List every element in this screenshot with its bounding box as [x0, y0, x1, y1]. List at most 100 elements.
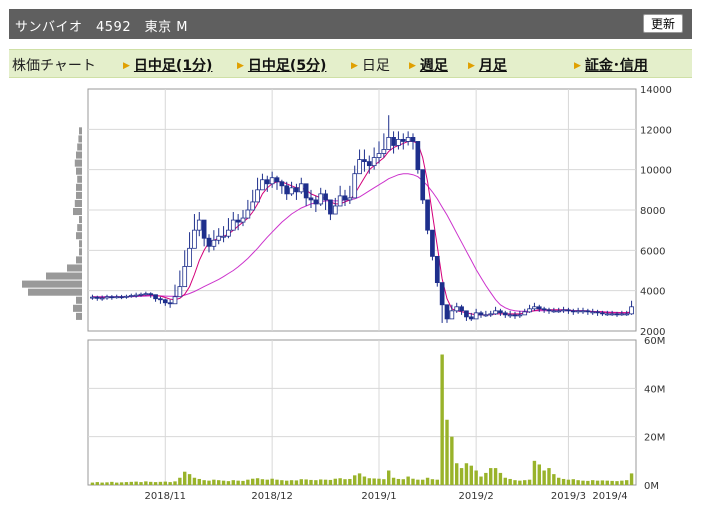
volume-bar	[406, 476, 410, 485]
x-tick-label: 2018/11	[145, 491, 187, 502]
volume-bar	[289, 480, 294, 485]
candle-body	[619, 313, 625, 316]
volume-bar	[357, 473, 362, 485]
volume-bar	[197, 478, 201, 485]
volume-bar	[338, 478, 342, 485]
volume-bar	[304, 479, 308, 485]
volume-bar	[629, 473, 634, 485]
candle-body	[303, 183, 309, 199]
candle-body	[143, 293, 149, 296]
volume-bar	[581, 480, 585, 485]
volume-bar	[421, 479, 425, 485]
volume-bar	[192, 477, 197, 485]
candle-body	[541, 308, 547, 311]
candle-body	[104, 296, 110, 299]
price-volume-profile-bar	[22, 280, 82, 288]
candle-body	[629, 306, 634, 315]
candle-body	[260, 179, 265, 191]
volume-bar	[489, 468, 493, 485]
candle-body	[507, 314, 513, 317]
candle-body	[114, 296, 120, 299]
tab-label: 週足	[419, 58, 448, 74]
volume-bar	[474, 470, 478, 485]
volume-bar	[557, 477, 561, 485]
candle-body	[551, 310, 557, 313]
volume-bar	[610, 480, 614, 485]
price-tick-label: 6000	[640, 246, 665, 257]
candle-body	[318, 193, 324, 205]
x-axis: 2018/11 2018/12 2019/1 2019/2 2019/3 2019/4	[145, 491, 628, 502]
volume-bar	[178, 477, 182, 485]
tab-weekly[interactable]: ▶ 週足	[409, 55, 448, 75]
x-tick-label: 2019/2	[459, 491, 494, 502]
arrow-right-icon: ▶	[574, 61, 581, 71]
price-tick-label: 14000	[640, 85, 672, 96]
candle-body	[371, 157, 377, 167]
volume-bar	[571, 479, 575, 485]
volume-bar	[396, 478, 401, 485]
volume-bar	[620, 480, 624, 485]
volume-bar	[416, 479, 420, 485]
candle-body	[415, 141, 421, 171]
tab-intraday-1min[interactable]: ▶ 日中足(1分)	[123, 55, 212, 75]
candle-body	[294, 187, 299, 193]
volume-bar	[95, 482, 99, 485]
chart-section-label: 株価チャート	[12, 58, 96, 74]
volume-bar	[100, 482, 104, 485]
candle-body	[546, 309, 552, 312]
candle-body	[522, 311, 528, 316]
candle-body	[366, 161, 372, 167]
candle-body	[119, 296, 124, 299]
candle-body	[99, 297, 105, 300]
volume-bar	[600, 480, 605, 485]
candle-body	[580, 310, 586, 313]
volume-bar	[168, 482, 172, 485]
volume-bar	[348, 478, 352, 485]
volume-bar	[586, 480, 590, 485]
candle-body	[230, 219, 236, 231]
volume-bar	[615, 481, 619, 485]
arrow-right-icon: ▶	[409, 61, 416, 71]
volume-bar	[129, 481, 133, 485]
candle-body	[162, 299, 168, 304]
refresh-button[interactable]: 更新	[642, 14, 683, 33]
moving-average-long-line	[92, 173, 632, 314]
candle-body	[298, 183, 304, 193]
candle-body	[386, 137, 392, 150]
candle-body	[182, 266, 188, 288]
candle-body	[192, 229, 197, 249]
price-volume-profile-bar	[67, 264, 82, 272]
candle-body	[517, 314, 523, 317]
candle-body	[575, 310, 581, 313]
candle-body	[274, 177, 280, 183]
volume-bar	[595, 480, 600, 485]
arrow-right-icon: ▶	[468, 61, 475, 71]
candle-body	[187, 247, 192, 267]
price-volume-profile-bar	[76, 232, 82, 240]
volume-bar	[328, 479, 333, 485]
arrow-right-icon: ▶	[351, 61, 358, 71]
candle-body	[124, 295, 129, 298]
tab-monthly[interactable]: ▶ 月足	[468, 55, 507, 75]
candle-body	[381, 149, 387, 154]
volume-bar	[377, 478, 381, 485]
candle-body	[434, 255, 440, 283]
candle-body	[172, 296, 178, 305]
tab-intraday-5min[interactable]: ▶ 日中足(5分)	[237, 55, 326, 75]
price-volume-profile-bar	[79, 240, 82, 248]
volume-bar	[605, 480, 609, 485]
candle-body	[396, 139, 401, 146]
candle-body	[527, 308, 532, 313]
margin-trading-link[interactable]: ▶ 証金･信用	[574, 55, 648, 75]
candle-body	[532, 306, 537, 310]
volume-bar	[561, 478, 566, 485]
volume-bar	[552, 474, 556, 485]
candle-body	[133, 294, 139, 297]
volume-bar	[221, 480, 226, 485]
tab-daily[interactable]: ▶ 日足	[351, 55, 390, 75]
candle-body	[590, 311, 596, 314]
candle-body	[570, 310, 576, 313]
volume-bar	[236, 480, 240, 485]
volume-bar	[90, 482, 95, 485]
volume-bar	[498, 472, 503, 485]
